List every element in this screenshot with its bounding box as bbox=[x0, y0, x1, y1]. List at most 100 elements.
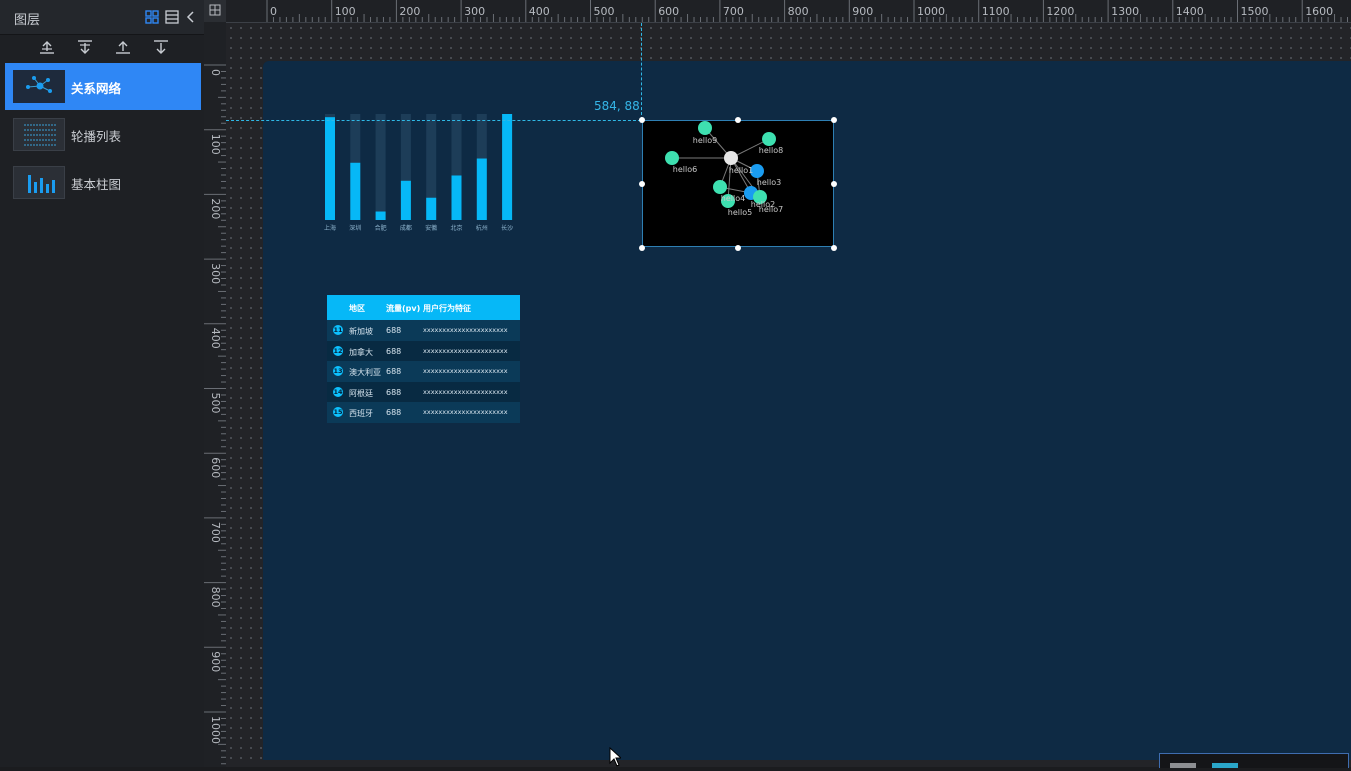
ruler-label: 1600 bbox=[1305, 5, 1333, 18]
ruler-label: 0 bbox=[270, 5, 277, 18]
layer-label: 关系网络 bbox=[71, 81, 122, 96]
row-pv: 688 bbox=[386, 346, 402, 356]
row-region: 新加坡 bbox=[349, 327, 373, 336]
bar-category-label: 合肥 bbox=[375, 224, 387, 232]
bar-chart-widget[interactable]: 上海 深圳 合肥 成都 安徽 北京 杭州 长沙 bbox=[318, 110, 518, 238]
resize-handle-ne[interactable] bbox=[831, 117, 837, 123]
row-index: 12 bbox=[333, 345, 343, 356]
row-index: 14 bbox=[333, 386, 343, 397]
ruler-label: 900 bbox=[852, 5, 873, 18]
ruler-label: 1200 bbox=[1046, 5, 1074, 18]
network-graph-widget[interactable]: hello9 hello8 hello6 hello1 hello3 hello4 hell… bbox=[642, 120, 834, 247]
ruler-label: 700 bbox=[209, 522, 222, 543]
row-index: 13 bbox=[333, 366, 343, 377]
ruler-label: 600 bbox=[209, 457, 222, 478]
resize-handle-n[interactable] bbox=[735, 117, 741, 123]
move-bottom-icon[interactable] bbox=[76, 39, 96, 57]
ruler-corner[interactable] bbox=[204, 0, 227, 23]
table-row: 15 西班牙 688 xxxxxxxxxxxxxxxxxxxxxx bbox=[327, 402, 520, 423]
resize-handle-sw[interactable] bbox=[639, 245, 645, 251]
ruler-label: 0 bbox=[209, 69, 222, 76]
bar-category-label: 深圳 bbox=[349, 224, 361, 232]
resize-handle-nw[interactable] bbox=[639, 117, 645, 123]
minimap-block bbox=[1170, 763, 1196, 768]
table-row: 12 加拿大 688 xxxxxxxxxxxxxxxxxxxxxx bbox=[327, 340, 520, 362]
header-pv: 流量(pv) bbox=[386, 304, 421, 313]
list-view-icon[interactable] bbox=[165, 9, 181, 25]
resize-handle-e[interactable] bbox=[831, 181, 837, 187]
network-node bbox=[713, 180, 727, 194]
layer-item-carousel-list[interactable]: 轮播列表 bbox=[5, 111, 201, 158]
minimap[interactable] bbox=[1159, 753, 1349, 768]
minimap-block bbox=[1212, 763, 1238, 768]
layer-item-bar-chart[interactable]: 基本柱图 bbox=[5, 159, 201, 206]
ruler-label: 1000 bbox=[209, 716, 222, 744]
resize-handle-s[interactable] bbox=[735, 245, 741, 251]
mouse-cursor-icon bbox=[609, 747, 621, 767]
move-top-icon[interactable] bbox=[38, 39, 58, 57]
bar-category-label: 成都 bbox=[400, 224, 412, 232]
layer-toolbar bbox=[0, 35, 204, 62]
table-row: 11 新加坡 688 xxxxxxxxxxxxxxxxxxxxxx bbox=[327, 320, 520, 341]
row-region: 加拿大 bbox=[349, 347, 373, 357]
ruler-label: 1000 bbox=[917, 5, 945, 18]
network-node bbox=[665, 151, 679, 165]
row-index: 15 bbox=[333, 407, 343, 418]
move-down-icon[interactable] bbox=[152, 39, 172, 57]
ruler-label: 400 bbox=[209, 328, 222, 349]
ruler-vertical[interactable]: 0 100 200 300 400 500 600 700 800 900 1000 bbox=[204, 22, 227, 767]
list-thumb-icon bbox=[13, 118, 65, 151]
grid-view-icon[interactable] bbox=[145, 9, 161, 25]
bar-category-label: 杭州 bbox=[476, 224, 488, 232]
collapse-icon[interactable] bbox=[186, 9, 202, 25]
network-node-label: hello8 bbox=[759, 146, 783, 155]
bar-category-label: 长沙 bbox=[501, 224, 513, 232]
table-row: 13 澳大利亚 688 xxxxxxxxxxxxxxxxxxxxxx bbox=[327, 361, 520, 382]
network-node-label: hello1 bbox=[729, 166, 753, 175]
network-node bbox=[724, 151, 738, 165]
ruler-label: 100 bbox=[209, 134, 222, 155]
bar-track bbox=[375, 114, 386, 220]
ruler-label: 700 bbox=[723, 5, 744, 18]
resize-handle-w[interactable] bbox=[639, 181, 645, 187]
ruler-label: 100 bbox=[335, 5, 356, 18]
ruler-label: 500 bbox=[209, 393, 222, 414]
row-feature: xxxxxxxxxxxxxxxxxxxxxx bbox=[423, 367, 508, 376]
row-pv: 688 bbox=[386, 408, 402, 418]
ruler-label: 300 bbox=[209, 263, 222, 284]
row-index: 11 bbox=[333, 325, 343, 335]
bar-category-label: 安徽 bbox=[425, 224, 437, 232]
bar-category-label: 北京 bbox=[450, 224, 462, 232]
network-thumb-icon bbox=[13, 70, 65, 103]
bar bbox=[325, 117, 335, 220]
row-region: 阿根廷 bbox=[349, 388, 373, 398]
network-node-label: hello3 bbox=[757, 178, 781, 187]
ruler-label: 1300 bbox=[1111, 5, 1139, 18]
network-node-label: hello7 bbox=[759, 205, 783, 214]
bar bbox=[375, 211, 386, 220]
carousel-table-widget[interactable]: 地区 流量(pv) 用户行为特征 11 新加坡 688 xxxxxxxxxxxx… bbox=[327, 295, 520, 423]
ruler-label: 300 bbox=[464, 5, 485, 18]
bar-category-label: 上海 bbox=[324, 224, 336, 232]
resize-handle-se[interactable] bbox=[831, 245, 837, 251]
layer-item-network[interactable]: 关系网络 bbox=[5, 63, 201, 110]
row-region: 澳大利亚 bbox=[349, 368, 381, 378]
ruler-label: 500 bbox=[594, 5, 615, 18]
bar bbox=[400, 180, 411, 220]
ruler-label: 400 bbox=[529, 5, 550, 18]
panel-title: 图层 bbox=[14, 13, 41, 28]
move-up-icon[interactable] bbox=[114, 39, 134, 57]
bar bbox=[350, 162, 361, 220]
table-header: 地区 流量(pv) 用户行为特征 bbox=[327, 295, 520, 320]
bar-thumb-icon bbox=[13, 166, 65, 199]
ruler-label: 600 bbox=[658, 5, 679, 18]
row-pv: 688 bbox=[386, 367, 402, 377]
network-node-label: hello9 bbox=[693, 136, 717, 145]
ruler-label: 1500 bbox=[1241, 5, 1269, 18]
row-pv: 688 bbox=[386, 326, 402, 335]
layer-label: 基本柱图 bbox=[71, 177, 122, 192]
ruler-horizontal[interactable]: 0 100 200 300 400 500 600 700 800 900 1000 1100 1200… bbox=[226, 0, 1351, 23]
header-region: 地区 bbox=[349, 304, 365, 313]
panel-header: 图层 bbox=[0, 0, 204, 35]
ruler-label: 200 bbox=[209, 198, 222, 219]
